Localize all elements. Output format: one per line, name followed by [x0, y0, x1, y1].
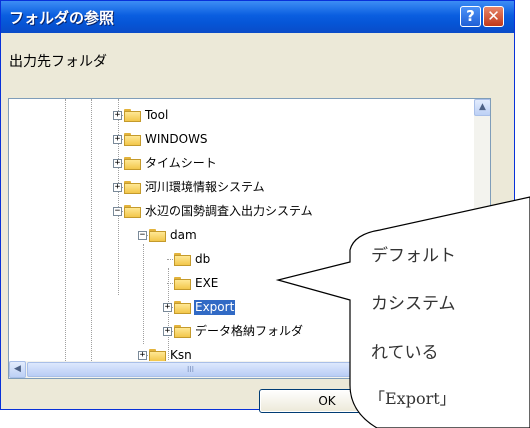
callout-line-1: デフォルト [371, 246, 456, 266]
callout-line-4: 「Export」 [369, 389, 456, 408]
callout-line-2: カシステム [371, 294, 456, 314]
callout-bubble [275, 196, 530, 428]
callout-line-3: れている [371, 343, 439, 363]
